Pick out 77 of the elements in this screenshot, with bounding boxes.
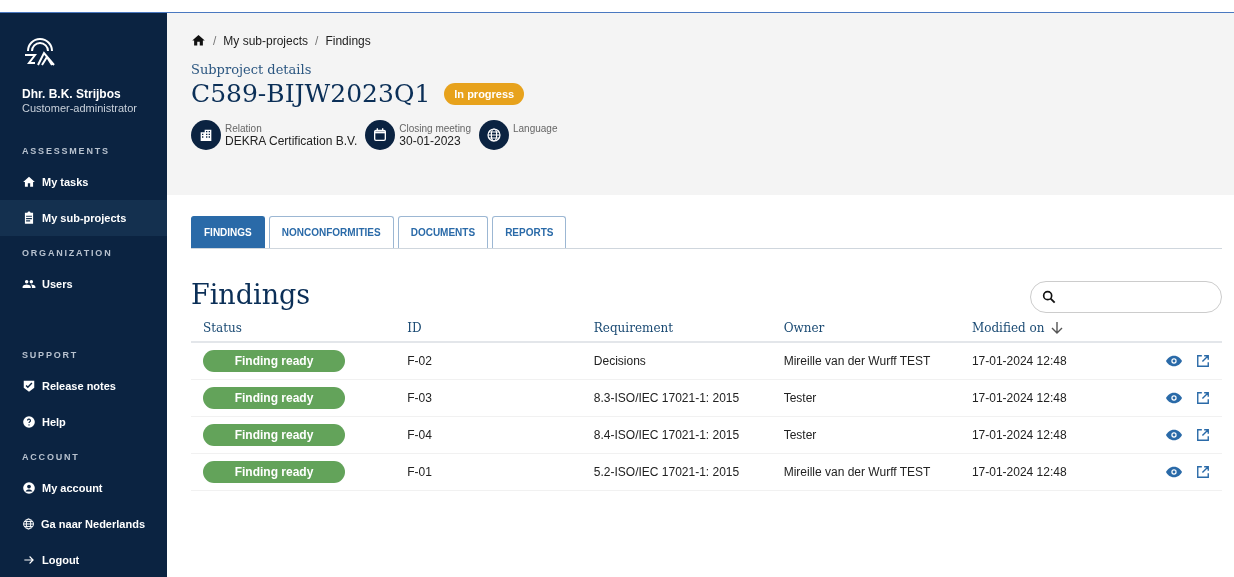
section-title: Findings (191, 278, 311, 310)
table-cell: 5.2-ISO/IEC 17021-1: 2015 (593, 465, 740, 479)
view-icon[interactable] (1166, 429, 1182, 441)
breadcrumb-separator: / (315, 33, 319, 48)
project-title: C589-BIJW2023Q1 (191, 79, 431, 108)
table-cell: Decisions (593, 354, 646, 368)
table-cell: F-04 (407, 428, 432, 442)
home-icon (191, 33, 206, 48)
column-header[interactable]: Modified on (971, 321, 1045, 335)
view-icon[interactable] (1166, 392, 1182, 404)
shield-check-icon (22, 379, 36, 393)
nav-item[interactable]: Ga naar Nederlands (0, 506, 167, 542)
section-heading: ACCOUNT (21, 451, 81, 464)
tab[interactable]: NONCONFORMITIES (268, 216, 394, 248)
breadcrumb-link[interactable]: My sub-projects (223, 33, 309, 48)
status-badge: In progress (444, 82, 525, 105)
nav-item[interactable]: My account (0, 470, 167, 506)
search-icon (1041, 289, 1057, 305)
meta-value: 30-01-2023 (399, 134, 462, 148)
table-cell: 8.3-ISO/IEC 17021-1: 2015 (593, 391, 740, 405)
globe-icon (22, 517, 36, 531)
nav-item[interactable]: My sub-projects (0, 200, 167, 236)
table-cell: 17-01-2024 12:48 (971, 465, 1067, 479)
meta-label: Relation (225, 123, 263, 134)
page-subtitle: Subproject details (191, 62, 313, 77)
sort-arrow-icon[interactable] (1050, 321, 1063, 335)
nav-item[interactable]: Logout (0, 542, 167, 577)
table-cell: F-01 (407, 465, 432, 479)
help-icon (22, 415, 36, 429)
meta-label: Closing meeting (399, 123, 471, 134)
view-icon[interactable] (1166, 466, 1182, 478)
open-external-icon[interactable] (1196, 354, 1210, 368)
nav-item[interactable]: Help (0, 404, 167, 440)
breadcrumb-separator: / (213, 33, 217, 48)
clipboard-icon (22, 211, 36, 225)
users-icon (22, 277, 36, 291)
nav-item[interactable]: My tasks (0, 164, 167, 200)
column-header[interactable]: Requirement (593, 321, 674, 335)
globe-icon (486, 127, 502, 143)
nav-item[interactable]: Users (0, 266, 167, 302)
table-cell: Tester (783, 391, 817, 405)
status-badge: Finding ready (203, 461, 345, 483)
user-name: Dhr. B.K. Strijbos (22, 87, 122, 101)
account-icon (22, 481, 36, 495)
table-cell: Mireille van der Wurff TEST (783, 354, 931, 368)
table-cell: F-03 (407, 391, 432, 405)
meta-value: DEKRA Certification B.V. (225, 134, 358, 148)
table-cell: 17-01-2024 12:48 (971, 428, 1067, 442)
table-cell: Tester (783, 428, 817, 442)
open-external-icon[interactable] (1196, 428, 1210, 442)
section-heading: ASSESSMENTS (21, 145, 111, 158)
status-badge: Finding ready (203, 424, 345, 446)
column-header[interactable]: ID (407, 321, 422, 335)
section-heading: ORGANIZATION (21, 247, 114, 260)
breadcrumb-link[interactable]: Findings (325, 33, 371, 48)
calendar-icon (372, 127, 389, 143)
open-external-icon[interactable] (1196, 391, 1210, 405)
view-icon[interactable] (1166, 355, 1182, 367)
meta-label: Language (513, 123, 558, 134)
open-external-icon[interactable] (1196, 465, 1210, 479)
table-cell: F-02 (407, 354, 432, 368)
status-badge: Finding ready (203, 387, 345, 409)
building-icon (198, 127, 214, 143)
section-heading: SUPPORT (21, 349, 80, 362)
column-header[interactable]: Status (203, 321, 242, 335)
tab[interactable]: DOCUMENTS (397, 216, 489, 248)
tab[interactable]: REPORTS (492, 216, 567, 248)
table-cell: 17-01-2024 12:48 (971, 391, 1067, 405)
nav-item[interactable]: Release notes (0, 368, 167, 404)
table-cell: 8.4-ISO/IEC 17021-1: 2015 (593, 428, 740, 442)
user-role: Customer-administrator (22, 102, 138, 114)
tab[interactable]: FINDINGS (191, 216, 265, 248)
status-badge: Finding ready (203, 350, 345, 372)
column-header[interactable]: Owner (783, 321, 825, 335)
home-icon (22, 175, 36, 189)
table-cell: Mireille van der Wurff TEST (783, 465, 931, 479)
table-cell: 17-01-2024 12:48 (971, 354, 1067, 368)
